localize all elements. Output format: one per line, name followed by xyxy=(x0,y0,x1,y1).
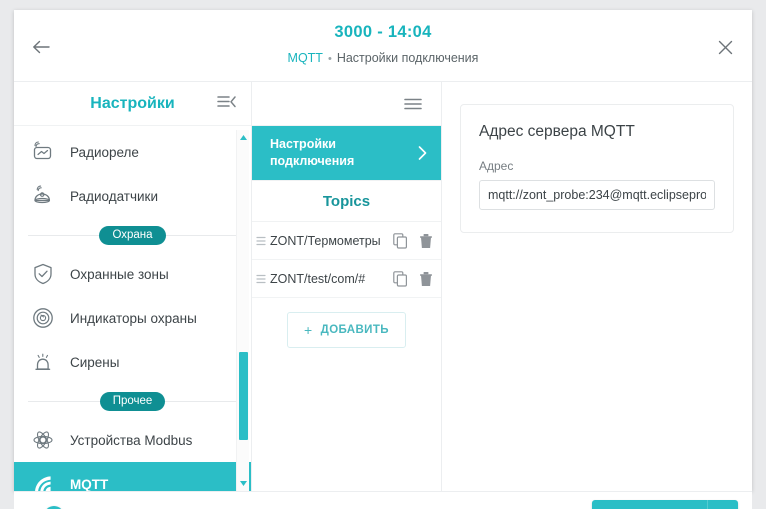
collapse-sidebar-icon[interactable] xyxy=(217,94,237,114)
trash-icon[interactable] xyxy=(415,269,437,289)
sidebar-item-radio-relay[interactable]: Радиореле xyxy=(14,130,251,174)
sidebar-scrollbar[interactable] xyxy=(236,130,249,491)
sidebar: Настройки Радиореле Радиодатчики Охрана … xyxy=(14,82,252,491)
trash-icon[interactable] xyxy=(415,231,437,251)
header: 3000 - 14:04 MQTT • Настройки подключения xyxy=(14,10,752,82)
table-row[interactable]: ZONT/Термометры xyxy=(252,222,441,260)
sidebar-item-sirens[interactable]: Сирены xyxy=(14,340,251,384)
scroll-down-arrow-icon[interactable] xyxy=(239,479,248,488)
sidebar-item-label: Радиодатчики xyxy=(70,188,158,204)
topic-name: ZONT/test/com/# xyxy=(270,271,366,286)
close-icon xyxy=(718,40,733,55)
sidebar-item-label: MQTT xyxy=(70,476,109,492)
scrollbar-thumb[interactable] xyxy=(239,352,248,440)
mqtt-server-card: Адрес сервера MQTT Адрес xyxy=(460,104,734,233)
sidebar-nav-list: Радиореле Радиодатчики Охрана Охранные з… xyxy=(14,126,251,491)
sidebar-item-label: Сирены xyxy=(70,354,120,370)
siren-icon xyxy=(30,349,56,375)
section-item-connection-settings[interactable]: Настройки подключения xyxy=(252,126,441,180)
screen: 3000 - 14:04 MQTT • Настройки подключения … xyxy=(0,0,766,509)
section-column: Настройки подключения Topics ZONT/Термом… xyxy=(252,82,442,491)
mqtt-signal-icon xyxy=(30,471,56,491)
security-indicator-icon xyxy=(30,305,56,331)
details-panel: Адрес сервера MQTT Адрес xyxy=(442,82,752,491)
page-title: 3000 - 14:04 xyxy=(334,23,432,41)
footer: Сервисный режим СОХРАНИТЬ xyxy=(14,491,752,509)
radio-sensor-icon xyxy=(30,183,56,209)
sidebar-item-label: Радиореле xyxy=(70,144,139,160)
sidebar-group-ohrana: Охрана xyxy=(14,218,251,252)
copy-icon[interactable] xyxy=(389,269,411,289)
sidebar-group-prochee: Прочее xyxy=(14,384,251,418)
add-topic-label: ДОБАВИТЬ xyxy=(320,324,389,336)
topics-heading: Topics xyxy=(252,180,441,222)
sidebar-item-radio-sensors[interactable]: Радиодатчики xyxy=(14,174,251,218)
shield-check-icon xyxy=(30,261,56,287)
sidebar-group-label: Прочее xyxy=(99,391,166,411)
toggle-knob xyxy=(44,505,64,509)
copy-icon[interactable] xyxy=(389,231,411,251)
section-item-label: Настройки подключения xyxy=(270,137,355,168)
hamburger-menu-icon[interactable] xyxy=(403,96,423,112)
radio-relay-icon xyxy=(30,139,56,165)
close-button[interactable] xyxy=(710,32,740,62)
scroll-up-arrow-icon[interactable] xyxy=(239,133,248,142)
save-options-button[interactable] xyxy=(708,500,738,509)
breadcrumb-root[interactable]: MQTT xyxy=(288,51,323,65)
sidebar-header: Настройки xyxy=(14,82,251,126)
sidebar-item-modbus-devices[interactable]: Устройства Modbus xyxy=(14,418,251,462)
section-column-header xyxy=(252,82,441,126)
body: Настройки Радиореле Радиодатчики Охрана … xyxy=(14,82,752,491)
sidebar-item-label: Индикаторы охраны xyxy=(70,310,197,326)
modbus-device-icon xyxy=(30,427,56,453)
add-topic-row: + ДОБАВИТЬ xyxy=(252,298,441,348)
header-center: 3000 - 14:04 MQTT • Настройки подключения xyxy=(14,23,752,65)
address-field-label: Адрес xyxy=(479,159,514,173)
sidebar-item-label: Устройства Modbus xyxy=(70,432,193,448)
breadcrumb-current: Настройки подключения xyxy=(336,51,479,65)
sidebar-group-label: Охрана xyxy=(99,225,166,245)
breadcrumb-separator: • xyxy=(327,53,332,65)
save-split-button: СОХРАНИТЬ xyxy=(592,500,738,509)
sidebar-item-mqtt[interactable]: MQTT xyxy=(14,462,251,491)
breadcrumb: MQTT • Настройки подключения xyxy=(14,51,752,65)
app-window: 3000 - 14:04 MQTT • Настройки подключения … xyxy=(14,10,752,509)
chevron-right-icon xyxy=(418,146,427,160)
sidebar-item-label: Охранные зоны xyxy=(70,266,169,282)
plus-icon: + xyxy=(304,322,313,338)
save-button[interactable]: СОХРАНИТЬ xyxy=(592,500,708,509)
card-title: Адрес сервера MQTT xyxy=(479,123,635,140)
sidebar-item-security-indicators[interactable]: Индикаторы охраны xyxy=(14,296,251,340)
sidebar-title: Настройки xyxy=(90,94,175,112)
sidebar-item-security-zones[interactable]: Охранные зоны xyxy=(14,252,251,296)
topic-name: ZONT/Термометры xyxy=(270,233,381,248)
table-row[interactable]: ZONT/test/com/# xyxy=(252,260,441,298)
drag-handle-icon[interactable] xyxy=(254,234,268,248)
drag-handle-icon[interactable] xyxy=(254,272,268,286)
address-input[interactable] xyxy=(479,180,715,210)
add-topic-button[interactable]: + ДОБАВИТЬ xyxy=(287,312,406,348)
